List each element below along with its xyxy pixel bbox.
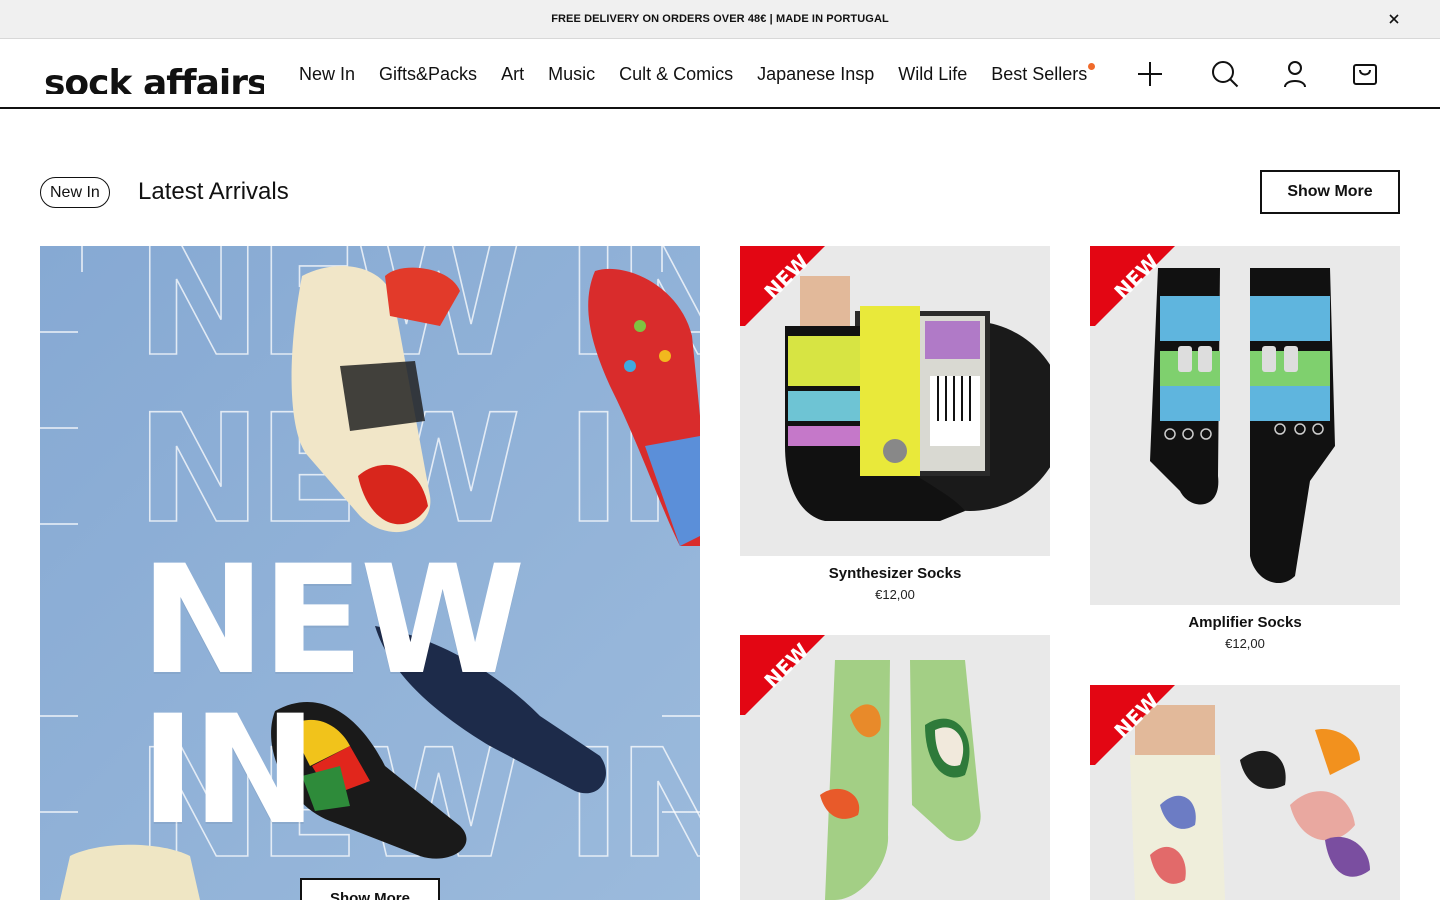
nav-item-best-sellers[interactable]: Best Sellers <box>991 63 1096 85</box>
product-card-amplifier[interactable]: NEW Amplifier Socks €12,00 <box>1090 246 1400 656</box>
new-ribbon: NEW <box>740 246 826 326</box>
product-card-synthesizer[interactable]: NEW Synthesizer Socks €12,00 <box>740 246 1050 606</box>
product-price: €12,00 <box>875 587 915 602</box>
product-price: €12,00 <box>1225 636 1265 651</box>
product-card-floral[interactable]: NEW <box>1090 685 1400 900</box>
nav-item-gifts-packs[interactable]: Gifts&Packs <box>379 64 477 85</box>
cart-icon[interactable] <box>1352 60 1378 86</box>
nav-item-cult-comics[interactable]: Cult & Comics <box>619 64 733 85</box>
hero-title: NEW IN <box>140 534 525 858</box>
nav-item-music[interactable]: Music <box>548 64 595 85</box>
product-name: Amplifier Socks <box>1188 614 1302 631</box>
announcement-text: FREE DELIVERY ON ORDERS OVER 48€ | MADE … <box>551 13 889 25</box>
search-icon[interactable] <box>1211 60 1239 88</box>
hero-banner[interactable]: NEW IN NEW IN NEW IN NEW IN Show More <box>40 246 700 900</box>
close-icon[interactable] <box>1386 11 1402 27</box>
announcement-bar: FREE DELIVERY ON ORDERS OVER 48€ | MADE … <box>0 0 1440 39</box>
hero-show-more-button[interactable]: Show More <box>300 878 440 900</box>
logo-text: sock affairs <box>44 63 264 94</box>
user-icon[interactable] <box>1283 60 1307 88</box>
nav-item-japanese-insp[interactable]: Japanese Insp <box>757 64 874 85</box>
section-title: Latest Arrivals <box>138 178 289 205</box>
product-image: NEW <box>1090 246 1400 605</box>
nav-item-wild-life[interactable]: Wild Life <box>898 64 967 85</box>
logo[interactable]: sock affairs <box>44 54 264 94</box>
nav-item-art[interactable]: Art <box>501 64 524 85</box>
product-image: NEW <box>740 635 1050 900</box>
product-image: NEW <box>1090 685 1400 900</box>
site-header: sock affairs New In Gifts&Packs Art Musi… <box>0 40 1440 109</box>
show-more-button[interactable]: Show More <box>1260 170 1400 214</box>
product-name: Synthesizer Socks <box>828 565 962 582</box>
product-image: NEW <box>740 246 1050 556</box>
new-ribbon: NEW <box>1090 685 1176 765</box>
section-badge: New In <box>40 177 110 208</box>
plus-icon[interactable] <box>1137 61 1163 87</box>
new-indicator-dot <box>1088 63 1096 70</box>
nav-item-best-sellers-label: Best Sellers <box>991 64 1088 84</box>
new-ribbon: NEW <box>740 635 826 715</box>
product-card-butterfly-green[interactable]: NEW <box>740 635 1050 900</box>
new-ribbon: NEW <box>1090 246 1176 326</box>
main-nav: New In Gifts&Packs Art Music Cult & Comi… <box>299 63 1111 85</box>
nav-item-new-in[interactable]: New In <box>299 64 355 85</box>
